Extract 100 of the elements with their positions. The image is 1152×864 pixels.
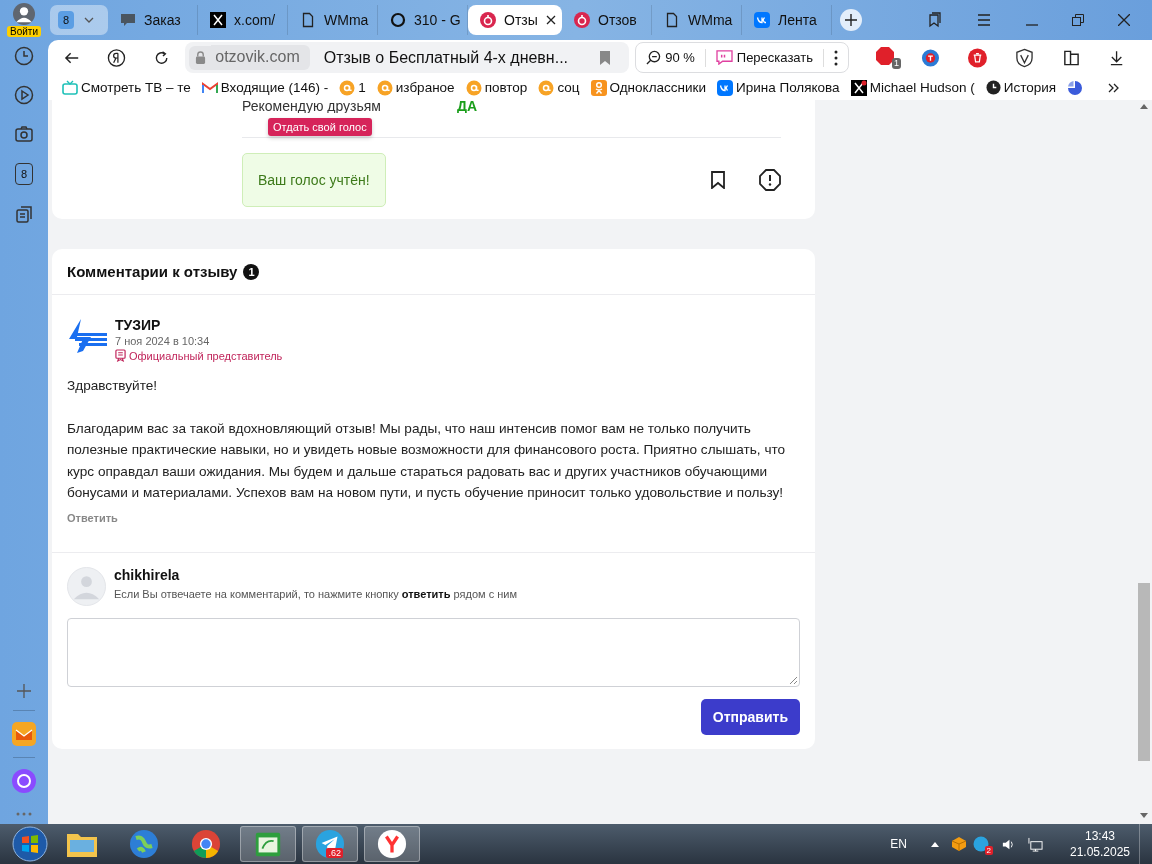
bookmark-item[interactable]: Смотреть ТВ – те <box>62 79 191 96</box>
address-bar[interactable]: otzovik.com Отзыв о Бесплатный 4-х дневн... <box>185 42 630 73</box>
clock[interactable]: 13:43 21.05.2025 <box>1067 828 1133 860</box>
at-sign-icon <box>376 79 393 96</box>
recommend-label: Рекомендую друзьям <box>242 100 381 113</box>
scrollbar-thumb[interactable] <box>1138 583 1150 761</box>
stop-sign-icon <box>875 46 896 66</box>
globe-icon <box>128 828 160 860</box>
certificate-icon <box>115 349 126 362</box>
language-indicator[interactable]: EN <box>890 837 907 851</box>
new-tab-button[interactable] <box>840 9 862 31</box>
comment-date: 7 ноя 2024 в 10:34 <box>115 335 211 347</box>
bookmark-item[interactable]: 1 <box>339 79 366 96</box>
document-icon <box>300 12 316 28</box>
notes-icon[interactable] <box>14 204 34 224</box>
scroll-down-icon[interactable] <box>1140 813 1148 818</box>
yandex-icon[interactable] <box>107 47 127 68</box>
browser-tab[interactable]: Отзы <box>468 5 562 35</box>
globe-icon[interactable] <box>921 47 940 68</box>
network-icon[interactable] <box>1028 836 1043 852</box>
zoom-out-icon <box>646 50 662 65</box>
menu-icon[interactable] <box>976 14 992 26</box>
scroll-up-icon[interactable] <box>1140 104 1148 109</box>
tooltip: Отдать свой голос <box>268 118 372 136</box>
submit-button[interactable]: Отправить <box>700 698 800 735</box>
comment-text: Здравствуйте! <box>67 377 159 395</box>
resize-handle-icon[interactable] <box>789 675 797 684</box>
mail-icon[interactable] <box>12 722 36 746</box>
avatar-icon[interactable] <box>13 3 35 25</box>
bookmark-item[interactable]: повтор <box>465 79 528 96</box>
vk-icon <box>716 79 733 96</box>
browser-tab[interactable]: WMma <box>652 5 742 35</box>
cube-icon[interactable] <box>951 836 967 852</box>
browser-tab[interactable]: Лента <box>742 5 832 35</box>
notification-badge: 2 <box>984 846 993 855</box>
close-icon[interactable] <box>546 15 556 25</box>
page-title: Отзыв о Бесплатный 4-х дневн... <box>323 48 569 67</box>
tab-group-button[interactable]: 8 <box>50 5 108 35</box>
shield-icon[interactable] <box>1014 47 1034 68</box>
collections-icon[interactable] <box>926 12 942 28</box>
x-logo-icon <box>210 12 226 28</box>
download-icon[interactable] <box>1108 49 1124 66</box>
vk-icon <box>754 12 770 28</box>
otzovik-icon <box>574 12 590 28</box>
bookmark-item[interactable]: Ирина Полякова <box>716 79 840 96</box>
mail-icon <box>201 81 218 94</box>
browser-tab[interactable]: Заказ <box>108 5 198 35</box>
tray-arrow-icon[interactable] <box>931 841 939 847</box>
at-sign-icon <box>538 79 555 96</box>
browser-tab[interactable]: x.com/ <box>198 5 288 35</box>
camera-icon[interactable] <box>14 124 34 144</box>
report-icon[interactable] <box>759 169 781 191</box>
retell-button[interactable]: Пересказать <box>715 50 814 65</box>
chevron-icon <box>84 17 94 23</box>
trash-icon[interactable] <box>968 47 987 68</box>
close-icon[interactable] <box>1118 14 1130 26</box>
taskbar-app[interactable] <box>364 826 420 862</box>
ok-icon <box>590 79 607 96</box>
quote-icon <box>715 50 733 65</box>
bookmark-item[interactable]: Одноклассники <box>590 79 706 96</box>
at-sign-icon <box>465 79 482 96</box>
tv-icon <box>62 79 78 96</box>
author-name[interactable]: ТУЗИР <box>115 317 283 333</box>
restore-icon[interactable] <box>1072 14 1084 26</box>
bookmark-item[interactable]: История <box>985 80 1057 95</box>
vote-message: Ваш голос учтён! <box>242 153 386 207</box>
adblock-button[interactable]: 1 <box>875 46 902 69</box>
taskbar-app[interactable] <box>240 826 296 862</box>
start-button[interactable] <box>12 826 48 862</box>
bookmark-icon[interactable] <box>711 171 725 189</box>
chrome-icon <box>191 829 221 859</box>
official-representative-label: Официальный представитель <box>115 349 283 362</box>
browser-tab[interactable]: WMma <box>288 5 378 35</box>
counter-badge[interactable]: 8 <box>15 163 33 185</box>
play-icon[interactable] <box>14 85 34 105</box>
ring-icon <box>390 12 406 28</box>
round-app-icon[interactable] <box>973 836 989 852</box>
browser-tab[interactable]: Отзов <box>562 5 652 35</box>
sms-icon <box>120 12 136 28</box>
comment-count-badge: 1 <box>243 263 260 280</box>
bookmark-item[interactable]: избраное <box>376 79 455 96</box>
pie-icon[interactable] <box>1067 79 1084 96</box>
reply-link[interactable]: Ответить <box>67 511 118 524</box>
taskbar-app[interactable]: .62 <box>302 826 358 862</box>
zoom-button[interactable]: 90 % <box>646 50 695 65</box>
domain-label: otzovik.com <box>211 45 310 70</box>
more-bookmarks-icon[interactable] <box>1108 82 1121 93</box>
document-icon <box>664 12 680 28</box>
assistant-icon[interactable] <box>12 769 36 793</box>
browser-icon <box>377 829 407 859</box>
bookmark-item[interactable]: Michael Hudson ( <box>850 79 975 96</box>
lock-icon[interactable] <box>194 51 206 64</box>
x-logo-icon <box>850 79 867 96</box>
history-icon[interactable] <box>14 46 34 66</box>
login-button[interactable]: Войти <box>7 26 41 37</box>
bookmark-item[interactable]: Входящие (146) - <box>201 80 329 95</box>
comment-input[interactable] <box>67 617 800 687</box>
bookmark-item[interactable]: соц <box>538 79 580 96</box>
reload-icon[interactable] <box>154 49 170 66</box>
more-icon[interactable] <box>834 49 839 66</box>
